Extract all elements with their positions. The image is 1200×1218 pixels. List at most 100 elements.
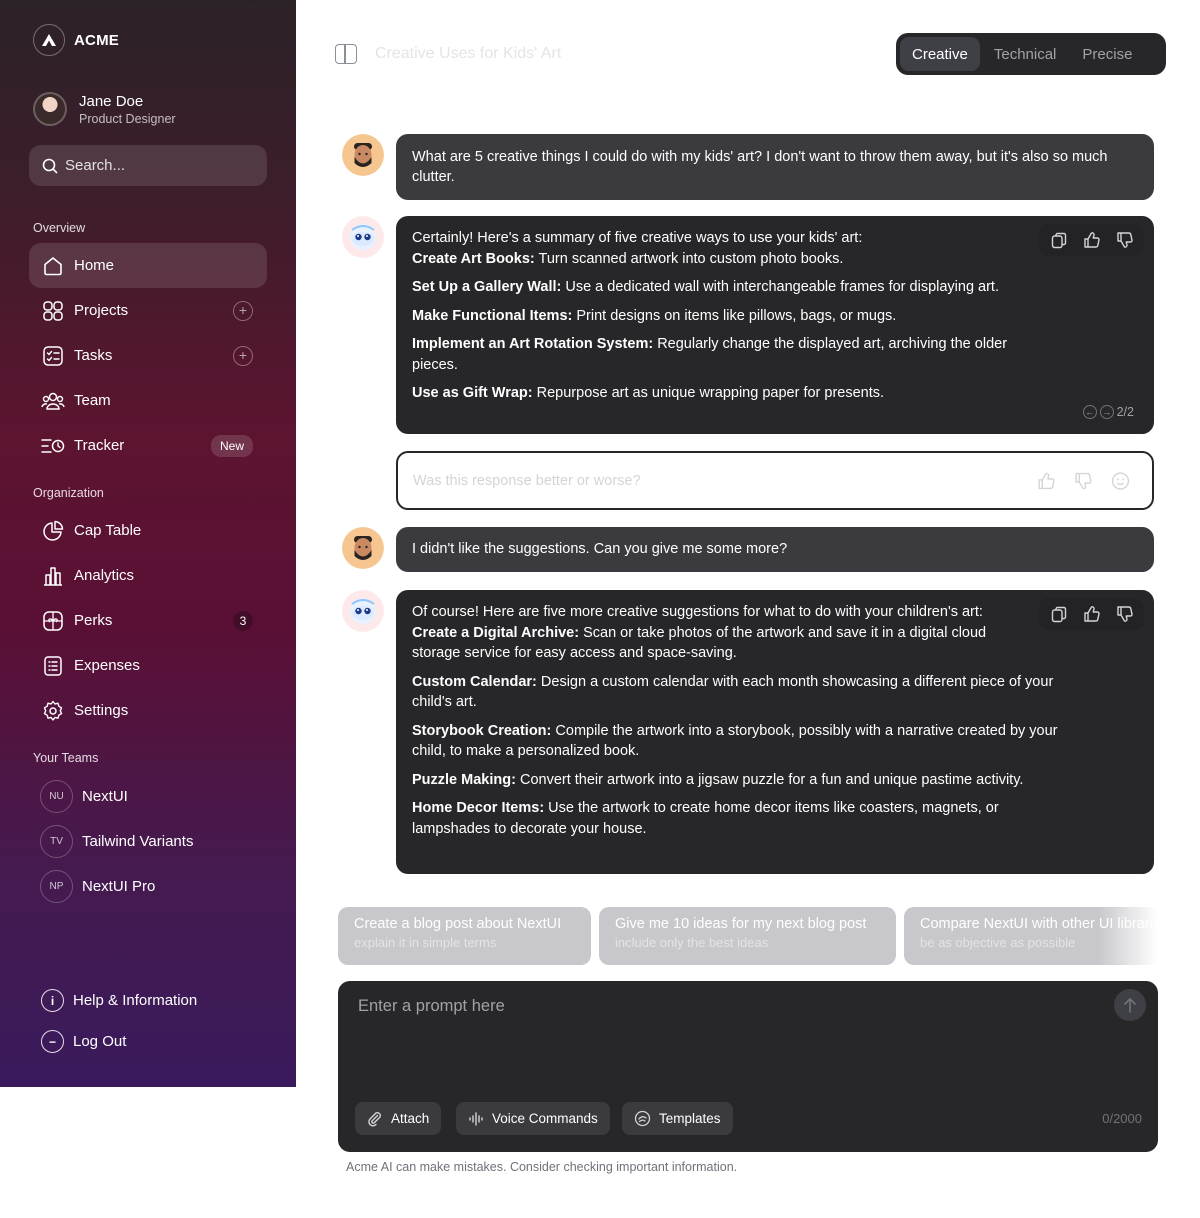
brand-name: ACME (74, 31, 119, 49)
item-text: Use a dedicated wall with interchangeabl… (561, 279, 999, 295)
message-actions (1039, 598, 1144, 630)
team-item-nextui-pro[interactable]: NP NextUI Pro (40, 868, 155, 904)
user-avatar (342, 134, 384, 176)
feedback-placeholder: Was this response better or worse? (413, 472, 641, 489)
section-organization: Organization (33, 486, 104, 500)
attach-button[interactable]: Attach (355, 1102, 442, 1135)
copy-icon[interactable] (1045, 228, 1072, 252)
minus-circle-icon: − (41, 1030, 64, 1053)
user-name: Jane Doe (79, 92, 144, 110)
sidebar-item-cap-table[interactable]: Cap Table (29, 508, 267, 553)
team-item-tailwind-variants[interactable]: TV Tailwind Variants (40, 823, 193, 859)
suggestion-card[interactable]: Give me 10 ideas for my next blog post i… (599, 907, 896, 965)
pie-chart-icon (41, 519, 65, 543)
user-message: What are 5 creative things I could do wi… (396, 134, 1154, 200)
add-project-icon[interactable]: + (233, 300, 253, 321)
item-title: Home Decor Items: (412, 800, 545, 816)
item-title: Create a Digital Archive: (412, 624, 580, 641)
add-task-icon[interactable]: + (233, 345, 253, 366)
sidebar-item-analytics[interactable]: Analytics (29, 553, 267, 598)
sidebar-item-settings[interactable]: Settings (29, 688, 267, 733)
thumbs-down-icon[interactable] (1111, 228, 1138, 252)
sidebar-item-label: Analytics (74, 567, 135, 584)
arrow-left-icon[interactable]: ← (1082, 404, 1097, 419)
acme-logo-icon (33, 24, 65, 56)
gear-icon (41, 699, 65, 723)
message-text: I didn't like the suggestions. Can you g… (412, 541, 788, 558)
sidebar: ACME Jane Doe Product Designer Search...… (0, 0, 296, 1087)
disclaimer-text: Acme AI can make mistakes. Consider chec… (346, 1160, 738, 1174)
arrow-up-icon (1124, 998, 1136, 1013)
sidebar-item-label: Cap Table (74, 522, 142, 539)
info-icon: i (41, 989, 64, 1012)
section-overview: Overview (33, 221, 86, 235)
tab-precise[interactable]: Precise (1070, 37, 1144, 71)
team-label: NextUI (82, 787, 128, 805)
sidebar-item-perks[interactable]: Perks 3 (29, 598, 267, 643)
pager-count: 2/2 (1116, 404, 1134, 419)
sidebar-item-projects[interactable]: Projects + (29, 288, 267, 333)
user-avatar (342, 527, 384, 569)
sidebar-item-tasks[interactable]: Tasks + (29, 333, 267, 378)
team-item-nextui[interactable]: NU NextUI (40, 778, 128, 814)
prompt-composer: Enter a prompt here Attach Voice Command… (338, 981, 1158, 1152)
sidebar-item-label: Settings (74, 702, 129, 719)
item-title: Puzzle Making: (412, 771, 516, 788)
assistant-message: Of course! Here are five more creative s… (396, 590, 1154, 874)
arrow-right-icon[interactable]: → (1099, 404, 1114, 419)
item-title: Implement an Art Rotation System: (412, 336, 654, 352)
new-badge: New (210, 434, 253, 457)
assistant-avatar (342, 590, 384, 632)
item-text: Print designs on items like pillows, bag… (572, 307, 897, 324)
feedback-input[interactable]: Was this response better or worse? (396, 451, 1154, 510)
sidebar-item-label: Team (74, 392, 111, 409)
thumbs-down-icon[interactable] (1074, 471, 1093, 490)
templates-button[interactable]: Templates (622, 1102, 733, 1135)
message-intro: Of course! Here are five more creative s… (412, 604, 983, 620)
smile-icon[interactable] (1111, 471, 1130, 490)
send-button[interactable] (1114, 989, 1146, 1021)
scroll-fade (1098, 907, 1158, 965)
sidebar-item-label: Home (74, 257, 115, 274)
prompt-input[interactable]: Enter a prompt here (358, 997, 505, 1016)
search-placeholder: Search... (65, 157, 126, 174)
checklist-icon (41, 344, 65, 368)
help-information-link[interactable]: i Help & Information (41, 989, 197, 1012)
tab-creative[interactable]: Creative (900, 37, 980, 71)
mode-tabs: Creative Technical Precise (896, 33, 1166, 75)
copy-icon[interactable] (1045, 602, 1072, 626)
sidebar-toggle-icon[interactable] (335, 44, 357, 64)
search-icon (42, 158, 58, 173)
sidebar-item-home[interactable]: Home (29, 243, 267, 288)
log-out-button[interactable]: − Log Out (41, 1030, 126, 1053)
message-text: What are 5 creative things I could do wi… (412, 148, 1108, 186)
user-role: Product Designer (79, 111, 176, 126)
voice-commands-button[interactable]: Voice Commands (456, 1102, 610, 1135)
prompt-suggestions: Create a blog post about NextUI explain … (338, 907, 1158, 965)
paperclip-icon (368, 1111, 381, 1127)
user-profile[interactable]: Jane Doe Product Designer (33, 92, 176, 126)
thumbs-up-icon[interactable] (1078, 602, 1105, 626)
receipt-icon (41, 654, 65, 678)
suggestion-subtitle: explain it in simple terms (354, 935, 497, 950)
thumbs-down-icon[interactable] (1111, 602, 1138, 626)
sidebar-item-expenses[interactable]: Expenses (29, 643, 267, 688)
bar-chart-icon (41, 564, 65, 588)
sidebar-item-label: Tasks (74, 347, 113, 364)
tab-technical[interactable]: Technical (982, 37, 1069, 71)
suggestion-card[interactable]: Create a blog post about NextUI explain … (338, 907, 591, 965)
sidebar-item-tracker[interactable]: Tracker New (29, 423, 267, 468)
templates-icon (634, 1110, 651, 1127)
thumbs-up-icon[interactable] (1078, 228, 1105, 252)
thumbs-up-icon[interactable] (1037, 471, 1056, 490)
brand[interactable]: ACME (33, 24, 119, 56)
gift-icon (41, 609, 65, 633)
item-title: Create Art Books: (412, 250, 535, 267)
voice-label: Voice Commands (492, 1111, 598, 1126)
search-input[interactable]: Search... (29, 145, 267, 186)
sidebar-item-label: Projects (74, 302, 129, 319)
sidebar-item-team[interactable]: Team (29, 378, 267, 423)
team-initials: TV (40, 824, 73, 858)
logout-label: Log Out (73, 1033, 127, 1050)
message-intro: Certainly! Here's a summary of five crea… (412, 230, 863, 246)
